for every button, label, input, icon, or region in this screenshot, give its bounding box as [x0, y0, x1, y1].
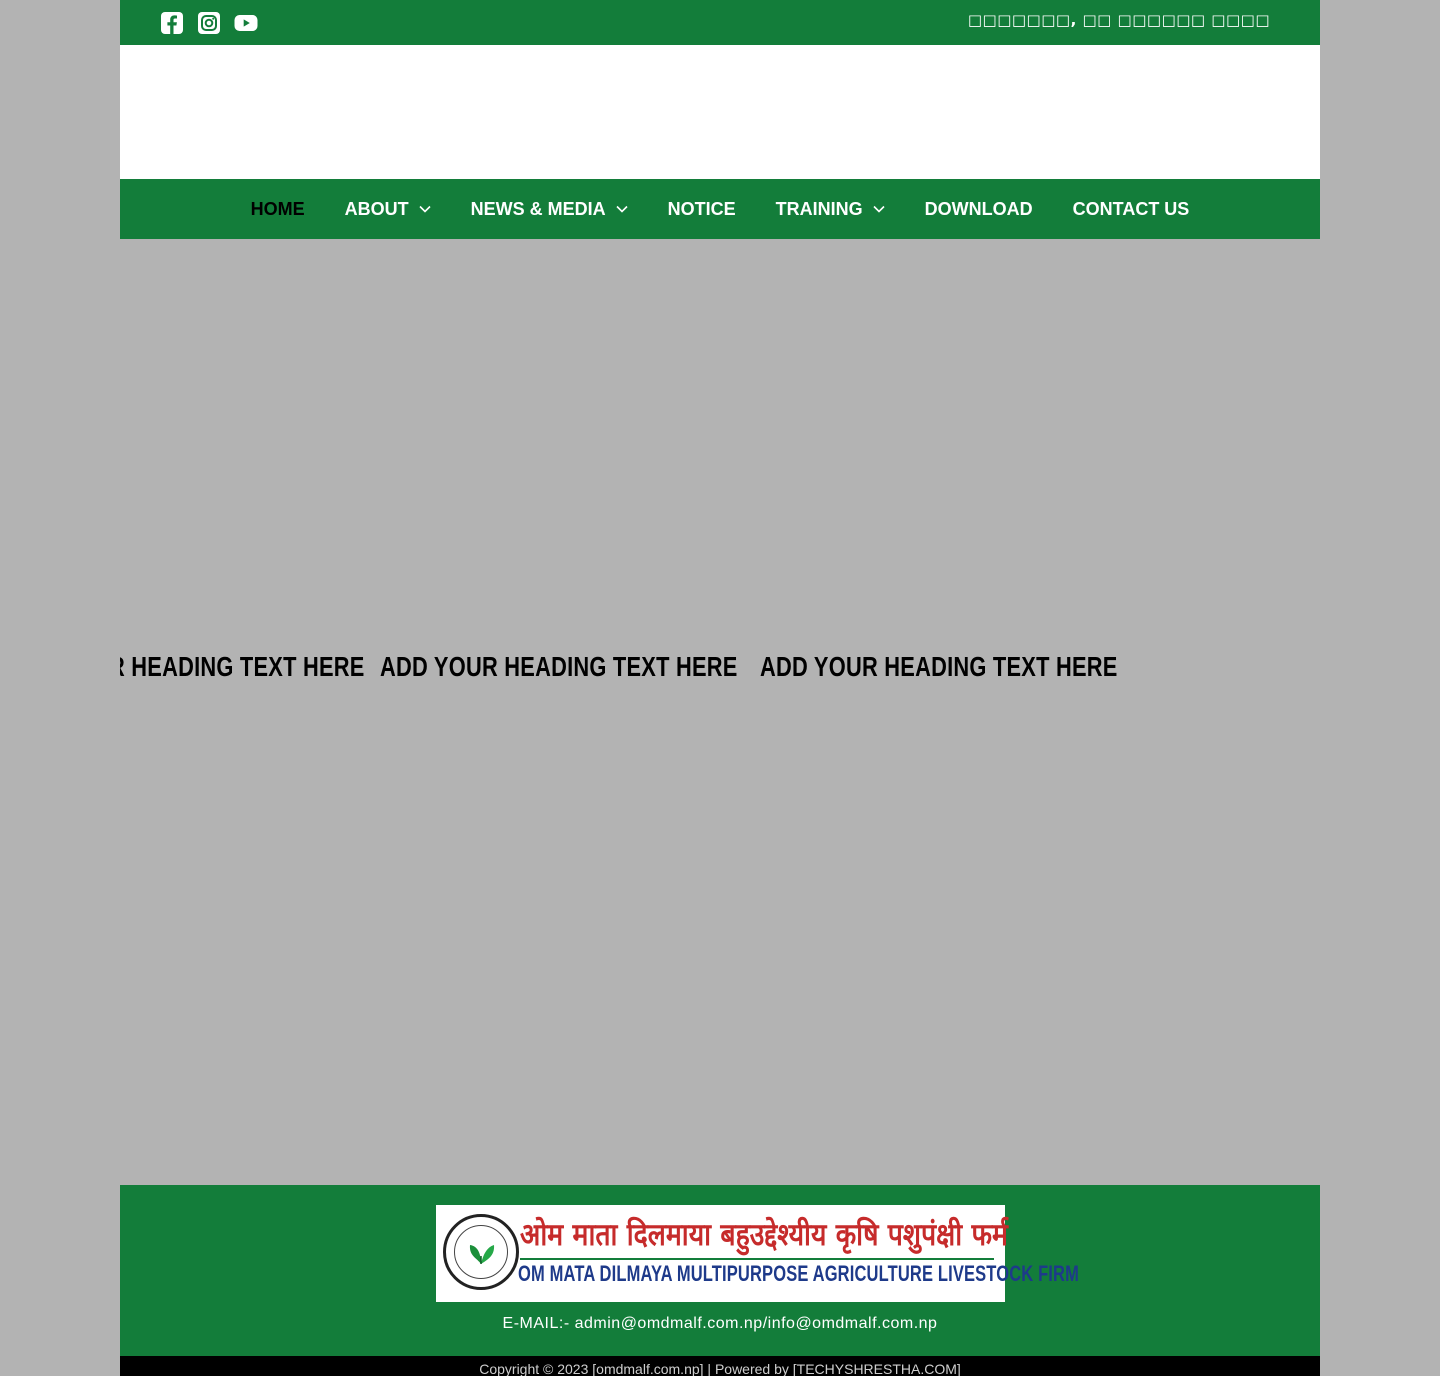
site-footer: ओम माता दिलमाया बहुउद्देश्यीय कृषि पशुपं… — [120, 1185, 1320, 1356]
date-text: □□□□□□□, □□ □□□□□□ □□□□ — [967, 11, 1270, 29]
nav-item-label: HOME — [250, 198, 305, 219]
logo-divider — [520, 1258, 994, 1260]
nav-item-home[interactable]: HOME — [251, 199, 305, 220]
social-links — [160, 11, 258, 35]
nav-item-label: ABOUT — [344, 198, 409, 219]
top-bar: □□□□□□□, □□ □□□□□□ □□□□ — [120, 0, 1320, 45]
carousel-heading: Add Your Heading Text Here — [760, 651, 1118, 682]
logo-nepali-name: ओम माता दिलमाया बहुउद्देश्यीय कृषि पशुपं… — [520, 1217, 1008, 1253]
main-nav: HOME ABOUT NEWS & MEDIA NOTICE TRAINING … — [120, 179, 1320, 239]
copyright-text: Copyright © 2023 [omdmalf.com.np] | Powe… — [479, 1361, 961, 1376]
nav-item-training[interactable]: TRAINING — [776, 199, 885, 220]
nav-item-label: DOWNLOAD — [924, 198, 1033, 219]
nav-item-notice[interactable]: NOTICE — [668, 199, 736, 220]
chevron-down-icon — [873, 205, 885, 213]
carousel-heading: Add Your Heading Text Here — [120, 651, 365, 682]
instagram-icon[interactable] — [197, 11, 221, 35]
facebook-icon[interactable] — [160, 11, 184, 35]
nav-item-download[interactable]: DOWNLOAD — [925, 199, 1033, 220]
leaf-icon — [469, 1245, 495, 1264]
carousel-heading: Add Your Heading Text Here — [380, 651, 738, 682]
footer-logo[interactable]: ओम माता दिलमाया बहुउद्देश्यीय कृषि पशुपं… — [436, 1205, 1079, 1302]
copyright-bar: Copyright © 2023 [omdmalf.com.np] | Powe… — [120, 1356, 1320, 1376]
nav-item-about[interactable]: ABOUT — [345, 199, 431, 220]
nav-item-label: CONTACT US — [1072, 198, 1190, 219]
nav-item-contact-us[interactable]: CONTACT US — [1073, 199, 1190, 220]
nav-item-label: TRAINING — [775, 198, 863, 219]
site-header — [120, 45, 1320, 179]
logo-english-name: OM MATA DILMAYA MULTIPURPOSE AGRICULTURE… — [518, 1261, 1079, 1286]
chevron-down-icon — [419, 205, 431, 213]
nav-item-news-media[interactable]: NEWS & MEDIA — [471, 199, 628, 220]
seal-icon — [443, 1214, 519, 1290]
nav-item-label: NEWS & MEDIA — [470, 198, 606, 219]
chevron-down-icon — [616, 205, 628, 213]
contact-email[interactable]: E-MAIL:- admin@omdmalf.com.np/info@omdma… — [120, 1315, 1320, 1333]
youtube-icon[interactable] — [234, 11, 258, 35]
heading-carousel: Add Your Heading Text Here Add Your Head… — [120, 645, 1320, 695]
nav-item-label: NOTICE — [667, 198, 736, 219]
